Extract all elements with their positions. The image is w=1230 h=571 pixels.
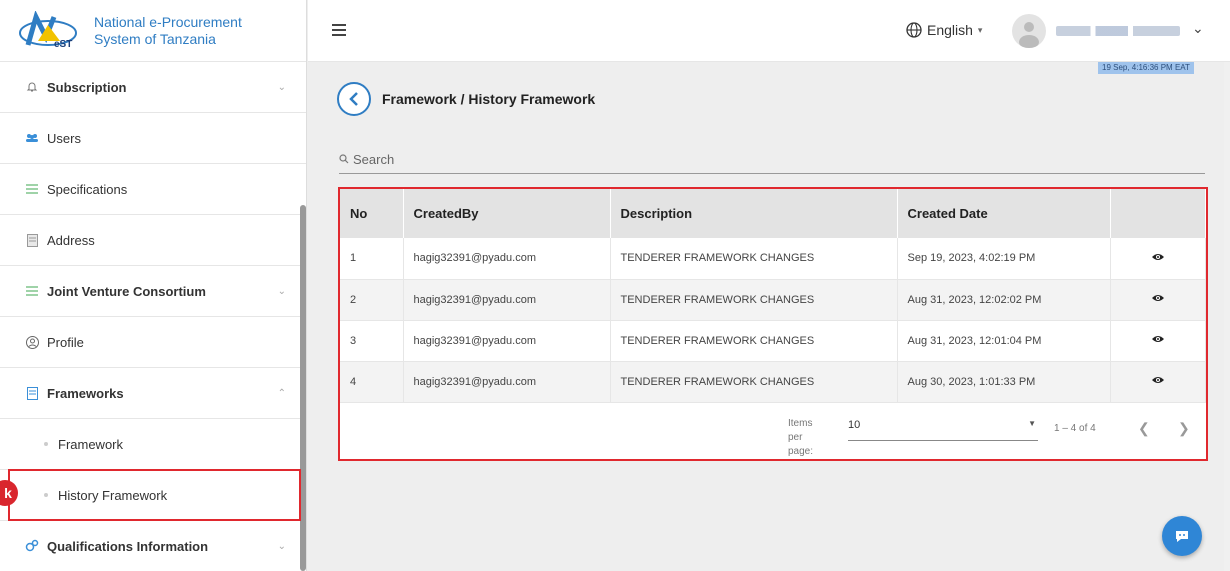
list-icon <box>25 182 39 196</box>
table-row: 2 hagig32391@pyadu.com TENDERER FRAMEWOR… <box>340 279 1206 321</box>
column-header-description[interactable]: Description <box>610 189 898 238</box>
paginator: Items per page: 10 ▼ 1 – 4 of 4 ❮ ❯ <box>340 403 1206 458</box>
username-blurred[interactable] <box>1056 26 1180 36</box>
next-page-button[interactable]: ❯ <box>1178 420 1190 437</box>
gears-icon <box>25 539 39 553</box>
cell-no: 4 <box>340 361 404 403</box>
sidebar-item-label: Joint Venture Consortium <box>47 283 206 299</box>
caret-down-icon: ▾ <box>977 24 983 35</box>
column-header-no[interactable]: No <box>340 189 404 238</box>
history-table-container: No CreatedBy Description Created Date 1 … <box>338 187 1208 461</box>
page-size-select[interactable]: 10 ▼ <box>848 419 1038 441</box>
cell-description: TENDERER FRAMEWORK CHANGES <box>610 361 898 403</box>
column-header-created-date[interactable]: Created Date <box>897 189 1111 238</box>
bullet-icon <box>44 442 48 446</box>
cell-created-date: Aug 31, 2023, 12:01:04 PM <box>897 320 1111 362</box>
language-selector[interactable]: English ▾ <box>906 22 982 38</box>
cell-created-date: Aug 30, 2023, 1:01:33 PM <box>897 361 1111 403</box>
nest-logo: eST <box>18 9 80 51</box>
hamburger-menu-icon[interactable] <box>332 24 346 36</box>
sidebar-item-specifications[interactable]: Specifications <box>0 164 306 215</box>
cell-description: TENDERER FRAMEWORK CHANGES <box>610 238 898 280</box>
sidebar-item-label: Profile <box>47 334 84 350</box>
sidebar-item-label: Subscription <box>47 79 127 95</box>
search-bar[interactable] <box>339 146 1205 174</box>
search-icon <box>339 151 349 169</box>
breadcrumb: Framework / History Framework <box>382 91 596 107</box>
person-circle-icon <box>25 335 39 349</box>
cell-created-date: Aug 31, 2023, 12:02:02 PM <box>897 279 1111 321</box>
sidebar-item-address[interactable]: Address <box>0 215 306 266</box>
table-row: 1 hagig32391@pyadu.com TENDERER FRAMEWOR… <box>340 238 1206 280</box>
cell-createdby: hagig32391@pyadu.com <box>403 238 611 280</box>
chevron-left-icon <box>349 92 358 106</box>
brand-line-1: National e-Procurement <box>94 13 242 30</box>
users-icon <box>25 131 39 145</box>
cell-no: 3 <box>340 320 404 362</box>
cell-no: 2 <box>340 279 404 321</box>
cell-description: TENDERER FRAMEWORK CHANGES <box>610 279 898 321</box>
page-size-value: 10 <box>848 418 861 431</box>
column-header-actions <box>1110 189 1206 238</box>
column-header-createdby[interactable]: CreatedBy <box>403 189 611 238</box>
svg-text:eST: eST <box>54 39 72 50</box>
view-eye-icon[interactable] <box>1110 279 1206 321</box>
sidebar-item-joint-venture[interactable]: Joint Venture Consortium ⌄ <box>0 266 306 317</box>
cell-createdby: hagig32391@pyadu.com <box>403 361 611 403</box>
cell-no: 1 <box>340 238 404 280</box>
session-timestamp: 19 Sep, 4:16:36 PM EAT <box>1098 62 1194 74</box>
sidebar-subitem-framework[interactable]: Framework <box>0 419 306 470</box>
sidebar-item-label: Users <box>47 130 81 146</box>
cell-createdby: hagig32391@pyadu.com <box>403 279 611 321</box>
cell-createdby: hagig32391@pyadu.com <box>403 320 611 362</box>
items-per-page-label: Items per page: <box>788 417 814 457</box>
chevron-up-icon: ⌃ <box>277 387 286 399</box>
chat-button[interactable] <box>1162 516 1202 556</box>
cell-description: TENDERER FRAMEWORK CHANGES <box>610 320 898 362</box>
table-row: 3 hagig32391@pyadu.com TENDERER FRAMEWOR… <box>340 320 1206 362</box>
document-icon <box>25 386 39 400</box>
sidebar-item-subscription[interactable]: Subscription ⌄ <box>0 62 306 113</box>
sidebar-item-profile[interactable]: Profile <box>0 317 306 368</box>
language-label: English <box>927 22 973 38</box>
chevron-down-icon: ⌄ <box>277 81 286 93</box>
chevron-down-icon[interactable]: ⌄ <box>1192 20 1204 37</box>
page-scrollbar[interactable] <box>1224 62 1230 571</box>
bell-icon <box>25 80 39 94</box>
sidebar-item-label: Framework <box>58 436 124 452</box>
annotation-highlight-box <box>8 469 301 521</box>
sidebar-item-qualifications[interactable]: Qualifications Information ⌄ <box>0 521 306 571</box>
sidebar-item-label: Frameworks <box>47 385 124 401</box>
caret-down-icon: ▼ <box>1028 418 1036 428</box>
table-header-row: No CreatedBy Description Created Date <box>340 189 1206 238</box>
view-eye-icon[interactable] <box>1110 361 1206 403</box>
view-eye-icon[interactable] <box>1110 238 1206 280</box>
sidebar-item-label: Qualifications Information <box>47 538 209 554</box>
view-eye-icon[interactable] <box>1110 320 1206 362</box>
brand[interactable]: eST National e-Procurement System of Tan… <box>0 0 306 62</box>
cell-created-date: Sep 19, 2023, 4:02:19 PM <box>897 238 1111 280</box>
table-row: 4 hagig32391@pyadu.com TENDERER FRAMEWOR… <box>340 361 1206 403</box>
search-input[interactable] <box>353 152 653 167</box>
brand-line-2: System of Tanzania <box>94 30 216 47</box>
previous-page-button[interactable]: ❮ <box>1138 420 1150 437</box>
document-icon <box>25 233 39 247</box>
chevron-down-icon: ⌄ <box>277 540 286 552</box>
back-button[interactable] <box>337 82 371 116</box>
avatar[interactable] <box>1012 14 1046 48</box>
sidebar-item-label: Address <box>47 232 95 248</box>
globe-icon <box>906 22 922 38</box>
history-table: No CreatedBy Description Created Date 1 … <box>340 189 1206 403</box>
chevron-down-icon: ⌄ <box>277 285 286 297</box>
list-icon <box>25 284 39 298</box>
sidebar-item-label: Specifications <box>47 181 128 197</box>
sidebar-item-frameworks[interactable]: Frameworks ⌃ <box>0 368 306 419</box>
chat-icon <box>1176 531 1188 542</box>
sidebar-item-users[interactable]: Users <box>0 113 306 164</box>
topbar: English ▾ ⌄ 19 Sep, 4:16:36 PM EAT <box>308 0 1230 74</box>
page-range: 1 – 4 of 4 <box>1054 422 1096 434</box>
